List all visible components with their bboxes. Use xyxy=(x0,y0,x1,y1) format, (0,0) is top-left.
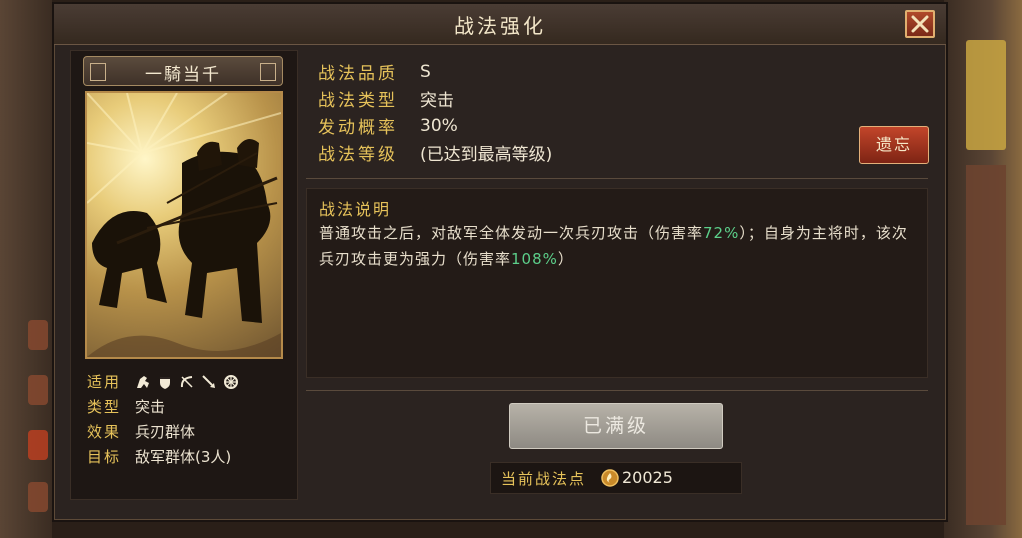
property-value: 突击 xyxy=(420,91,454,111)
attribute-key: 目标 xyxy=(87,448,122,466)
background-left xyxy=(0,0,52,538)
property-value: (已达到最高等级) xyxy=(420,145,553,165)
skill-points-display: 当前战法点 20025 xyxy=(490,462,742,494)
property-key: 战法类型 xyxy=(318,91,398,111)
max-level-button[interactable]: 已满级 xyxy=(509,403,723,449)
background-right xyxy=(944,0,1022,538)
property-level: 战法等级 (已达到最高等级) xyxy=(318,139,552,166)
skill-name: 一騎当千 xyxy=(145,65,221,85)
skill-enhance-dialog: 战法强化 一騎当千 适用 类型 突击 效果 兵刃群体 目标 敌军群体(3人) 战… xyxy=(52,2,948,522)
attribute-value: 突击 xyxy=(135,398,166,416)
background-ornament xyxy=(28,375,48,405)
skill-details-panel: 战法品质 S 战法类型 突击 发动概率 30% 战法等级 (已达到最高等级) 遗… xyxy=(306,50,934,512)
damage-rate-value: 108% xyxy=(511,250,558,268)
spear-icon xyxy=(201,374,217,390)
dialog-title: 战法强化 xyxy=(454,14,546,38)
description-title: 战法说明 xyxy=(319,200,392,219)
property-value: 30% xyxy=(420,115,458,136)
background-ornament xyxy=(28,482,48,512)
skill-points-value: 20025 xyxy=(622,468,673,487)
bow-icon xyxy=(179,374,195,390)
skill-name-banner: 一騎当千 xyxy=(83,56,283,86)
background-ornament xyxy=(966,40,1006,150)
property-type: 战法类型 突击 xyxy=(318,85,552,112)
chariot-icon xyxy=(223,374,239,390)
property-key: 战法等级 xyxy=(318,145,398,165)
skill-properties: 战法品质 S 战法类型 突击 发动概率 30% 战法等级 (已达到最高等级) xyxy=(318,58,552,166)
divider xyxy=(306,390,928,391)
background-ornament xyxy=(28,430,48,460)
skill-attributes: 适用 类型 突击 效果 兵刃群体 目标 敌军群体(3人) xyxy=(87,369,239,469)
cavalry-icon xyxy=(135,374,151,390)
description-part: 普通攻击之后，对敌军全体发动一次兵刃攻击（伤害率 xyxy=(319,224,704,242)
skill-artwork xyxy=(85,91,283,359)
attribute-key: 适用 xyxy=(87,373,122,391)
close-button[interactable] xyxy=(905,10,935,38)
attribute-value: 兵刃群体 xyxy=(135,423,196,441)
skill-points-label: 当前战法点 xyxy=(501,470,587,488)
forget-button[interactable]: 遗忘 xyxy=(859,126,929,164)
property-key: 战法品质 xyxy=(318,64,398,84)
skill-card-panel: 一騎当千 适用 类型 突击 效果 兵刃群体 目标 敌军群体(3人) xyxy=(70,50,298,500)
description-part: ） xyxy=(557,250,574,268)
attribute-row-type: 类型 突击 xyxy=(87,394,239,419)
background-ornament xyxy=(966,165,1006,525)
attribute-row-effect: 效果 兵刃群体 xyxy=(87,419,239,444)
attribute-value: 敌军群体(3人) xyxy=(135,448,232,466)
dialog-titlebar: 战法强化 xyxy=(54,4,946,45)
property-trigger-rate: 发动概率 30% xyxy=(318,112,552,139)
shield-icon xyxy=(157,374,173,390)
close-icon xyxy=(911,15,929,33)
description-text: 普通攻击之后，对敌军全体发动一次兵刃攻击（伤害率72%）；自身为主将时，该次兵刃… xyxy=(319,220,915,272)
attribute-row-target: 目标 敌军群体(3人) xyxy=(87,444,239,469)
applicable-troop-icons xyxy=(135,374,239,390)
damage-rate-value: 72% xyxy=(703,224,740,242)
skill-description-box: 战法说明 普通攻击之后，对敌军全体发动一次兵刃攻击（伤害率72%）；自身为主将时… xyxy=(306,188,928,378)
attribute-key: 效果 xyxy=(87,423,122,441)
background-ornament xyxy=(28,320,48,350)
attribute-key: 类型 xyxy=(87,398,122,416)
property-value: S xyxy=(420,61,431,82)
attribute-row-applicable: 适用 xyxy=(87,369,239,394)
skill-point-icon xyxy=(601,469,619,487)
divider xyxy=(306,178,928,179)
property-quality: 战法品质 S xyxy=(318,58,552,85)
property-key: 发动概率 xyxy=(318,118,398,138)
cavalry-charge-illustration xyxy=(87,93,281,357)
